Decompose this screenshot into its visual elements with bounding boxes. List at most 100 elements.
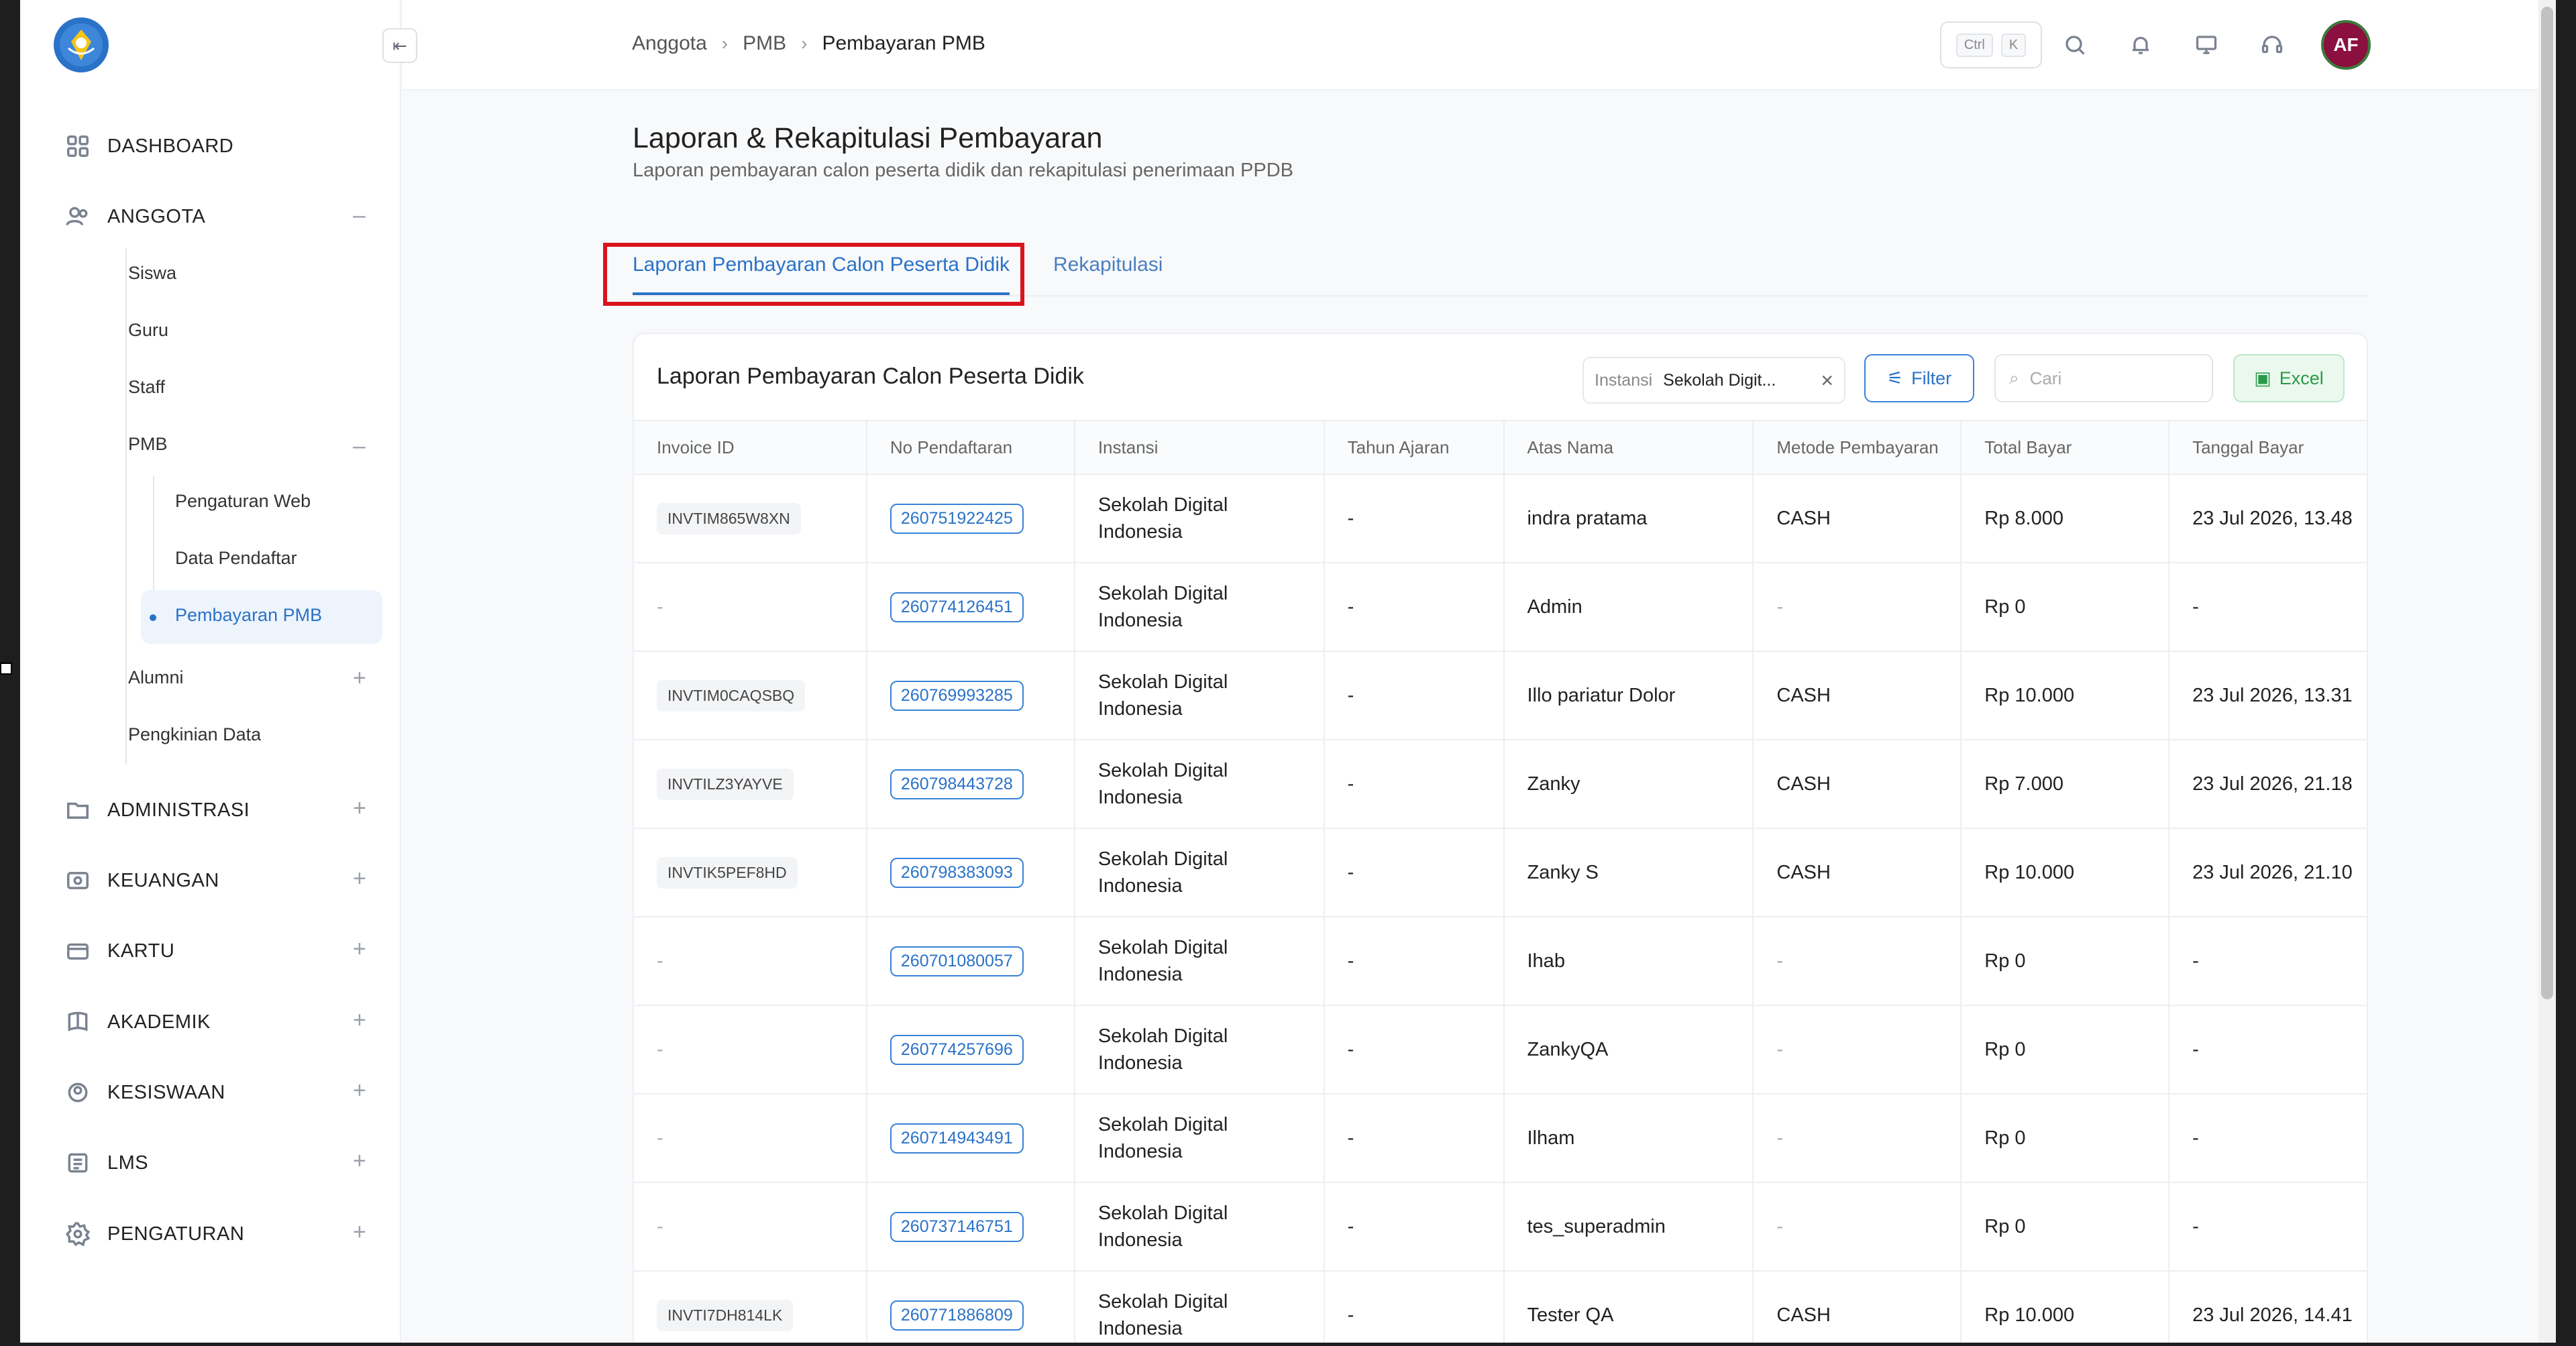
col-tahun-ajaran[interactable]: Tahun Ajaran xyxy=(1324,420,1505,475)
table-row[interactable]: INVTILZ3YAYVE 260798443728 Sekolah Digital… xyxy=(634,740,2367,829)
total-bayar: Rp 0 xyxy=(1984,1215,2026,1237)
table-cell: Zanky xyxy=(1503,740,1754,829)
registration-number-link[interactable]: 260774257696 xyxy=(890,1034,1024,1065)
scrollbar-thumb[interactable] xyxy=(2541,7,2553,999)
registration-number-link[interactable]: 260798383093 xyxy=(890,857,1024,888)
col-instansi[interactable]: Instansi xyxy=(1074,420,1325,475)
sidebar-item-pmb[interactable]: PMB xyxy=(128,434,168,455)
breadcrumb-anggota[interactable]: Anggota xyxy=(632,32,707,55)
table-row[interactable]: - 260774257696 Sekolah Digital Indonesia - Za… xyxy=(634,1005,2367,1095)
sidebar-item-pengkinian-data[interactable]: Pengkinian Data xyxy=(128,724,261,745)
total-bayar: Rp 7.000 xyxy=(1984,773,2063,795)
col-total-bayar[interactable]: Total Bayar xyxy=(1961,420,2170,475)
table-row[interactable]: - 260714943491 Sekolah Digital Indonesia - Il… xyxy=(634,1094,2367,1183)
window-resize-handle[interactable] xyxy=(0,663,12,675)
sidebar-item-siswa[interactable]: Siswa xyxy=(128,263,176,284)
sidebar-item-label: KESISWAAN xyxy=(107,1081,225,1103)
table-cell: Rp 10.000 xyxy=(1961,828,2170,917)
kbd-k: K xyxy=(2000,33,2027,57)
breadcrumb-pmb[interactable]: PMB xyxy=(743,32,786,55)
registration-number-link[interactable]: 260701080057 xyxy=(890,946,1024,976)
expand-toggle[interactable]: + xyxy=(353,938,366,960)
sidebar-item-guru[interactable]: Guru xyxy=(128,320,168,341)
table-row[interactable]: - 260701080057 Sekolah Digital Indonesia - Ih… xyxy=(634,917,2367,1006)
avatar[interactable]: AF xyxy=(2321,20,2371,70)
app-window: DASHBOARD ANGGOTA – Siswa Guru Staff PMB… xyxy=(20,0,2556,1343)
table-cell: - xyxy=(1324,563,1505,652)
expand-toggle[interactable]: + xyxy=(353,797,366,820)
table-row[interactable]: INVTIM0CAQSBQ 260769993285 Sekolah Digital… xyxy=(634,651,2367,740)
sidebar-item-akademik[interactable]: AKADEMIK xyxy=(64,1009,211,1035)
registration-number-link[interactable]: 260769993285 xyxy=(890,680,1024,711)
expand-alumni-toggle[interactable]: + xyxy=(353,667,366,689)
registration-number-link[interactable]: 260798443728 xyxy=(890,769,1024,799)
headset-icon[interactable] xyxy=(2257,30,2288,60)
sidebar-item-administrasi[interactable]: ADMINISTRASI xyxy=(64,797,250,824)
collapse-pmb-toggle[interactable]: – xyxy=(353,435,366,457)
sidebar-item-pengaturan-web[interactable]: Pengaturan Web xyxy=(175,491,311,512)
sidebar-item-kesiswaan[interactable]: KESISWAAN xyxy=(64,1079,225,1106)
col-metode-pembayaran[interactable]: Metode Pembayaran xyxy=(1753,420,1962,475)
col-no-pendaftaran[interactable]: No Pendaftaran xyxy=(866,420,1075,475)
filter-button[interactable]: ⚟ Filter xyxy=(1864,354,1974,402)
table-cell: - xyxy=(634,1094,867,1183)
sidebar-item-data-pendaftar[interactable]: Data Pendaftar xyxy=(175,548,297,569)
registration-number-link[interactable]: 260774126451 xyxy=(890,592,1024,622)
monitor-icon[interactable] xyxy=(2191,30,2222,60)
table-row[interactable]: - 260737146751 Sekolah Digital Indonesia - te… xyxy=(634,1182,2367,1272)
search-icon[interactable] xyxy=(2059,30,2090,60)
excel-export-button[interactable]: ▣ Excel xyxy=(2233,354,2345,402)
sidebar-item-staff[interactable]: Staff xyxy=(128,377,165,398)
expand-toggle[interactable]: + xyxy=(353,1009,366,1031)
collapse-anggota-toggle[interactable]: – xyxy=(353,204,366,227)
expand-toggle[interactable]: + xyxy=(353,1079,366,1102)
collapse-sidebar-button[interactable]: ⇤ xyxy=(382,28,417,63)
table-cell: ZankyQA xyxy=(1503,1005,1754,1095)
table-cell: - xyxy=(1324,651,1505,740)
instansi-filter-chip[interactable]: Instansi Sekolah Digit... × xyxy=(1582,357,1845,404)
close-icon[interactable]: × xyxy=(1821,368,1833,393)
invoice-id: - xyxy=(657,596,663,618)
scrollbar-track[interactable] xyxy=(2538,0,2556,1343)
table-cell: 23 Jul 2026, 13.31 xyxy=(2169,651,2367,740)
table-row[interactable]: INVTIM865W8XN 260751922425 Sekolah Digital… xyxy=(634,474,2367,563)
table-cell: Zanky S xyxy=(1503,828,1754,917)
sidebar-item-kartu[interactable]: KARTU xyxy=(64,938,174,964)
expand-toggle[interactable]: + xyxy=(353,867,366,890)
col-invoice-id[interactable]: Invoice ID xyxy=(634,420,867,475)
table-cell: 260798443728 xyxy=(866,740,1075,829)
instansi-line2: Indonesia xyxy=(1097,1229,1183,1251)
sidebar-item-dashboard[interactable]: DASHBOARD xyxy=(64,133,233,160)
command-palette-shortcut[interactable]: Ctrl K xyxy=(1940,21,2042,68)
sidebar-item-lms[interactable]: LMS xyxy=(64,1149,148,1176)
sidebar-item-label: LMS xyxy=(107,1152,149,1174)
table-cell: INVTIK5PEF8HD xyxy=(634,828,867,917)
table-row[interactable]: - 260774126451 Sekolah Digital Indonesia - Ad… xyxy=(634,563,2367,652)
registration-number-link[interactable]: 260737146751 xyxy=(890,1211,1024,1242)
sidebar-item-pengaturan[interactable]: PENGATURAN xyxy=(64,1221,244,1247)
sidebar-item-keuangan[interactable]: KEUANGAN xyxy=(64,867,219,894)
bell-icon[interactable] xyxy=(2125,30,2156,60)
search-input[interactable]: ⌕ Cari xyxy=(1994,354,2213,402)
tab-rekapitulasi[interactable]: Rekapitulasi xyxy=(1053,254,1163,276)
table-cell: Sekolah Digital Indonesia xyxy=(1074,740,1325,829)
expand-toggle[interactable]: + xyxy=(353,1149,366,1172)
col-atas-nama[interactable]: Atas Nama xyxy=(1503,420,1754,475)
folder-icon xyxy=(64,797,91,824)
expand-toggle[interactable]: + xyxy=(353,1221,366,1243)
chevron-right-icon: › xyxy=(801,33,808,54)
table-cell: 260771886809 xyxy=(866,1271,1075,1343)
registration-number-link[interactable]: 260714943491 xyxy=(890,1123,1024,1154)
table-row[interactable]: INVTIK5PEF8HD 260798383093 Sekolah Digital… xyxy=(634,828,2367,917)
table-row[interactable]: INVTI7DH814LK 260771886809 Sekolah Digital… xyxy=(634,1271,2367,1343)
sidebar-item-anggota[interactable]: ANGGOTA xyxy=(64,203,205,230)
invoice-id: INVTILZ3YAYVE xyxy=(657,768,794,800)
table-cell: Sekolah Digital Indonesia xyxy=(1074,828,1325,917)
sidebar-item-alumni[interactable]: Alumni xyxy=(128,667,184,688)
registration-number-link[interactable]: 260751922425 xyxy=(890,503,1024,534)
registration-number-link[interactable]: 260771886809 xyxy=(890,1300,1024,1331)
tut-wuri-logo[interactable] xyxy=(54,17,109,72)
col-tanggal-bayar[interactable]: Tanggal Bayar xyxy=(2169,420,2367,475)
tahun-ajaran: - xyxy=(1347,596,1354,618)
instansi-line2: Indonesia xyxy=(1097,1052,1183,1074)
